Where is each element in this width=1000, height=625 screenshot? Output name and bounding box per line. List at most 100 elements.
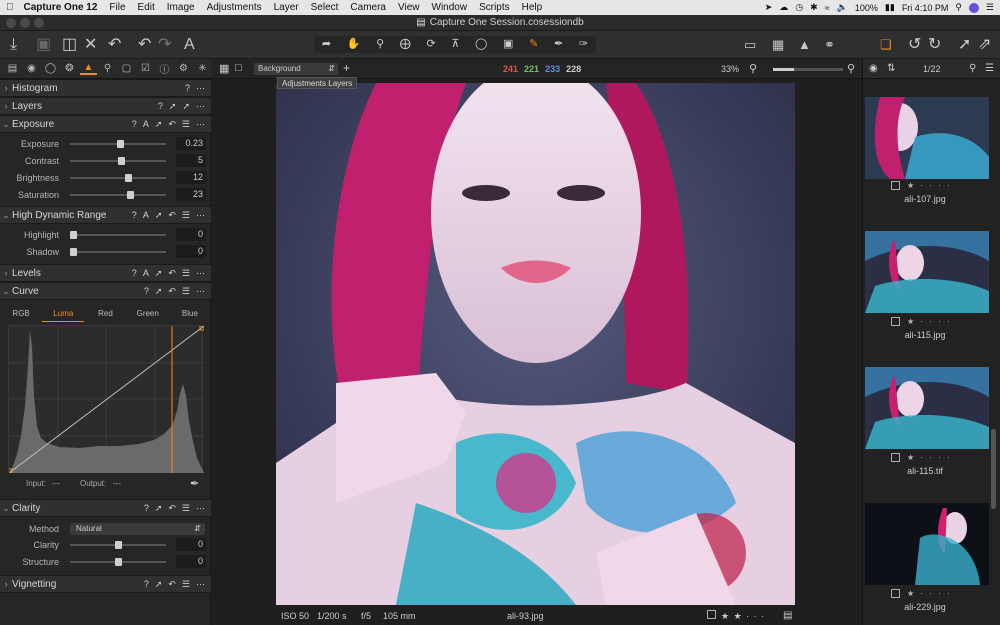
styles-tab-icon[interactable]: ✳ [194, 63, 211, 74]
presets-icon[interactable]: ☰ [182, 119, 190, 130]
reset-icon[interactable]: ↶ [168, 286, 176, 297]
tool-icon[interactable]: ➚ [155, 286, 163, 297]
slider-track[interactable] [69, 231, 166, 239]
eye-icon[interactable]: ◉ [869, 63, 878, 74]
help-icon[interactable]: ? [132, 210, 137, 221]
tool-icon[interactable]: ➚ [155, 210, 163, 221]
notification-icon[interactable]: ☰ [986, 2, 994, 13]
curve-tab-green[interactable]: Green [127, 306, 169, 322]
slider-value[interactable]: 0.23 [176, 137, 206, 150]
select-tool-icon[interactable]: ➦ [322, 36, 331, 53]
slider-track[interactable] [70, 541, 166, 549]
star-rating[interactable]: ★ · · · · [907, 589, 952, 598]
star-rating[interactable]: ★ · · · · [907, 181, 952, 190]
presets-icon[interactable]: ☰ [182, 268, 190, 279]
zoom-slider[interactable] [773, 68, 843, 71]
menu-help[interactable]: Help [516, 2, 549, 13]
slider-value[interactable]: 0 [176, 228, 206, 241]
menu-select[interactable]: Select [305, 2, 345, 13]
redo-icon[interactable]: ↷ [158, 36, 171, 54]
slider-knob[interactable] [115, 541, 122, 549]
zoom-out-icon[interactable]: ⚲ [749, 62, 757, 75]
chevron-down-icon[interactable]: ⌄ [0, 210, 12, 221]
reset-icon[interactable]: ↶ [168, 119, 176, 130]
thumbnail-ali-115-jpg[interactable] [865, 231, 989, 313]
slider-value[interactable]: 5 [176, 154, 206, 167]
color-tag-icon[interactable]: ▤ [783, 610, 792, 621]
browser-scrollbar[interactable] [991, 429, 996, 509]
chevron-right-icon[interactable]: › [0, 579, 12, 589]
slider-value[interactable]: 0 [176, 555, 206, 568]
menu-window[interactable]: Window [426, 2, 474, 13]
close-window-button[interactable] [6, 18, 16, 28]
auto-icon[interactable]: A [143, 119, 149, 130]
tool-icon[interactable]: ➚ [155, 119, 163, 130]
chevron-down-icon[interactable]: ⌄ [0, 286, 12, 297]
menu-edit[interactable]: Edit [132, 2, 161, 13]
folder-icon[interactable]: ◫ [62, 36, 77, 54]
rotate-left-icon[interactable]: ↺ [908, 36, 921, 54]
slider-value[interactable]: 23 [176, 188, 206, 201]
keystone-tool-icon[interactable]: ⊼ [451, 36, 459, 53]
zoom-in-icon[interactable]: ⚲ [847, 62, 855, 75]
library-tab-icon[interactable]: ▤ [4, 63, 21, 74]
tool-icon[interactable]: ➚ [155, 503, 163, 514]
browser-menu-icon[interactable]: ☰ [985, 63, 994, 74]
histogram-section[interactable]: › Histogram ? ⋯ [0, 79, 211, 97]
thumbnail-ali-115-tif[interactable] [865, 367, 989, 449]
curve-tab-red[interactable]: Red [84, 306, 126, 322]
copy-adjustments-icon[interactable]: ❏ [880, 36, 892, 54]
single-view-icon[interactable]: □ [235, 62, 242, 74]
add-layer-icon[interactable]: + [343, 61, 350, 75]
reset-icon[interactable]: ↶ [108, 36, 121, 54]
menu-image[interactable]: Image [161, 2, 201, 13]
help-icon[interactable]: ? [144, 579, 149, 590]
star-rating[interactable]: ★ · · · · [907, 317, 952, 326]
slider-knob[interactable] [117, 157, 125, 165]
chevron-right-icon[interactable]: › [0, 268, 12, 278]
chevron-right-icon[interactable]: › [0, 83, 12, 93]
lens-tab-icon[interactable]: ◯ [42, 63, 59, 74]
hdr-section[interactable]: ⌄ High Dynamic Range ? A ➚ ↶ ☰ ⋯ [0, 206, 211, 224]
help-icon[interactable]: ? [144, 286, 149, 297]
star-rating[interactable]: ★ ★ · · · [721, 611, 765, 622]
menu-app[interactable]: Capture One 12 [20, 2, 104, 13]
local-adj-tab-icon[interactable]: ▢ [118, 63, 135, 74]
curve-tab-rgb[interactable]: RGB [0, 306, 42, 322]
batch-tab-icon[interactable]: ⚙ [175, 63, 192, 74]
crop-tool-icon[interactable]: ⨁ [400, 36, 411, 53]
siri-icon[interactable] [968, 2, 979, 13]
reset-icon[interactable]: ↶ [168, 210, 176, 221]
select-checkbox[interactable] [891, 181, 900, 190]
output-tab-icon[interactable]: ☑ [137, 63, 154, 74]
more-icon[interactable]: ⋯ [196, 268, 205, 279]
method-select[interactable]: Natural ⇵ [70, 523, 205, 535]
pan-tool-icon[interactable]: ✋ [347, 36, 361, 53]
proof-icon[interactable]: ▭ [744, 36, 756, 54]
wifi-icon[interactable]: ≈ [825, 3, 830, 13]
slider-value[interactable]: 12 [176, 171, 206, 184]
mask-tool-icon[interactable]: ▣ [503, 36, 513, 53]
help-icon[interactable]: ? [144, 503, 149, 514]
menu-adjustments[interactable]: Adjustments [201, 2, 268, 13]
camera-icon[interactable]: ▣ [36, 36, 51, 54]
levels-section[interactable]: › Levels ? A ➚ ↶ ☰ ⋯ [0, 264, 211, 282]
volume-icon[interactable]: 🔈 [837, 2, 848, 13]
layers-section[interactable]: › Layers ? ➚ ➚ ⋯ [0, 97, 211, 115]
vignetting-section[interactable]: › Vignetting ? ➚ ↶ ☰ ⋯ [0, 575, 211, 593]
text-tool-icon[interactable]: A [184, 36, 195, 54]
presets-icon[interactable]: ☰ [182, 210, 190, 221]
exposure-warning-icon[interactable]: ▲ [798, 36, 811, 54]
delete-icon[interactable]: ✕ [84, 36, 97, 54]
slider-track[interactable] [70, 558, 166, 566]
grid-icon[interactable]: ▦ [772, 36, 784, 54]
menu-layer[interactable]: Layer [268, 2, 305, 13]
more-icon[interactable]: ⋯ [196, 503, 205, 514]
help-icon[interactable]: ? [132, 119, 137, 130]
rotate-tool-icon[interactable]: ⟳ [426, 36, 435, 53]
menu-scripts[interactable]: Scripts [473, 2, 516, 13]
slider-knob[interactable] [115, 558, 122, 566]
presets-icon[interactable]: ☰ [182, 286, 190, 297]
more-icon[interactable]: ⋯ [196, 579, 205, 590]
location-icon[interactable]: ➤ [765, 2, 773, 13]
